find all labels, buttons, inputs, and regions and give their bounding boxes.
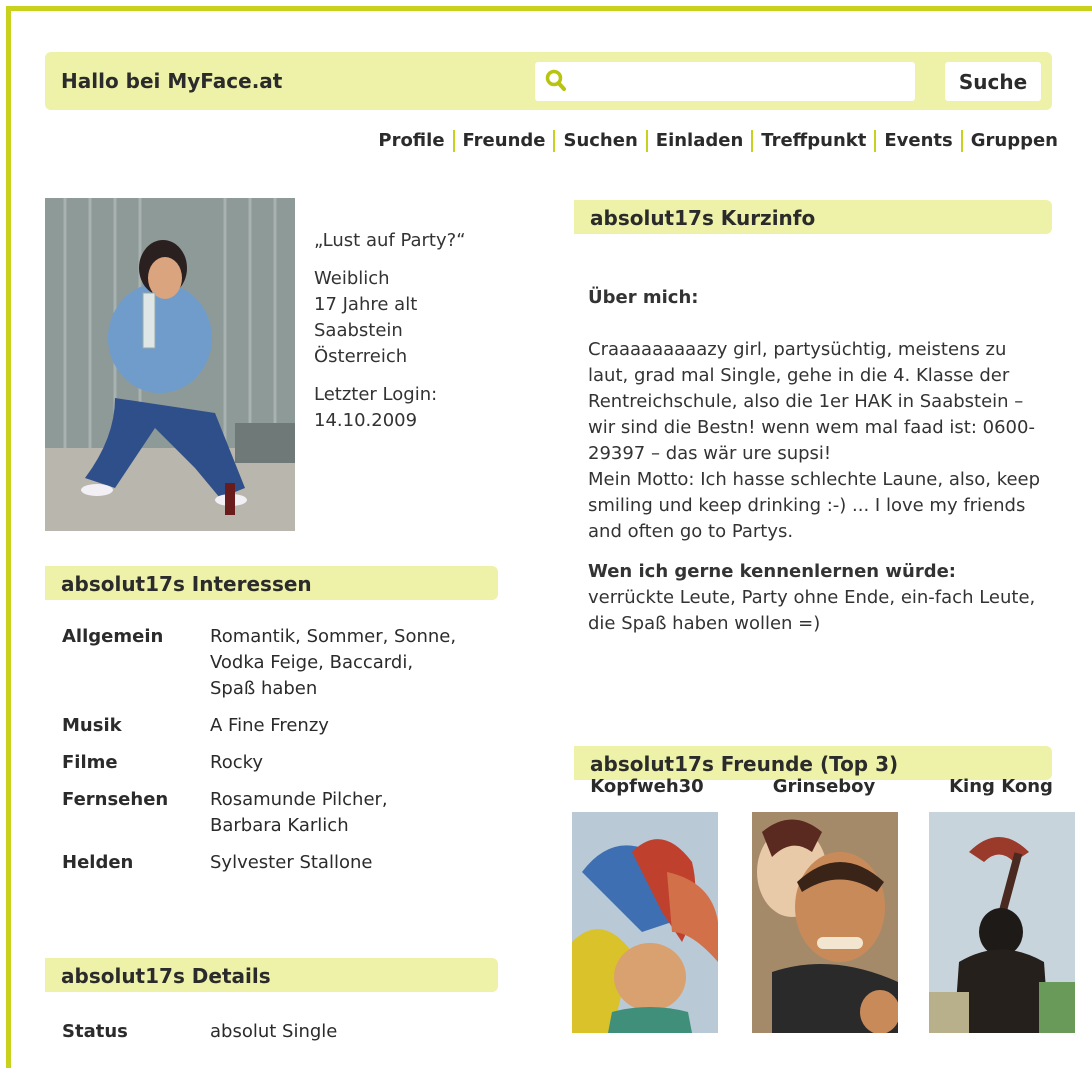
details-table: Status absolut Single [62, 1019, 337, 1056]
about-text: Craaaaaaaaazy girl, partysüchtig, meiste… [588, 339, 1035, 464]
interest-value: Romantik, Sommer, Sonne, Vodka Feige, Ba… [210, 626, 457, 699]
nav-suchen[interactable]: Suchen [553, 130, 645, 152]
site-title: Hallo bei MyFace.at [61, 69, 283, 93]
interest-value: Rosamunde Pilcher, Barbara Karlich [210, 789, 388, 836]
details-heading: absolut17s Details [45, 958, 498, 992]
interest-key: Fernsehen [62, 789, 169, 810]
profile-summary: „Lust auf Party?“ Weiblich 17 Jahre alt … [314, 228, 466, 446]
profile-quote: „Lust auf Party?“ [314, 230, 466, 251]
detail-key: Status [62, 1021, 128, 1042]
nav-einladen[interactable]: Einladen [645, 130, 752, 152]
interest-key: Helden [62, 852, 134, 873]
profile-age: 17 Jahre alt [314, 294, 418, 315]
main-nav: Profile Freunde Suchen Einladen Treffpun… [370, 130, 1066, 152]
table-row: Fernsehen Rosamunde Pilcher, Barbara Kar… [62, 787, 460, 850]
last-login-label: Letzter Login: [314, 384, 438, 405]
table-row: Allgemein Romantik, Sommer, Sonne, Vodka… [62, 624, 460, 713]
table-row: Musik A Fine Frenzy [62, 713, 460, 750]
interest-key: Musik [62, 715, 122, 736]
detail-value: absolut Single [210, 1021, 338, 1042]
interest-value: Sylvester Stallone [210, 852, 373, 873]
friend-name[interactable]: Grinseboy [749, 776, 899, 797]
about-label: Über mich: [588, 287, 699, 308]
table-row: Helden Sylvester Stallone [62, 850, 460, 887]
profile-photo[interactable] [45, 198, 295, 531]
search-input[interactable] [535, 62, 915, 101]
table-row: Status absolut Single [62, 1019, 337, 1056]
interest-value: A Fine Frenzy [210, 715, 329, 736]
search-icon [545, 69, 566, 91]
interests-heading: absolut17s Interessen [45, 566, 498, 600]
meet-text: verrückte Leute, Party ohne Ende, ein-fa… [588, 587, 1036, 634]
meet-label: Wen ich gerne kennenlernen würde: [588, 561, 956, 582]
nav-events[interactable]: Events [874, 130, 960, 152]
last-login-date: 14.10.2009 [314, 410, 418, 431]
profile-gender: Weiblich [314, 268, 390, 289]
search-button[interactable]: Suche [945, 62, 1041, 101]
nav-freunde[interactable]: Freunde [452, 130, 554, 152]
friend-name[interactable]: Kopfweh30 [572, 776, 722, 797]
nav-gruppen[interactable]: Gruppen [960, 130, 1066, 152]
nav-treffpunkt[interactable]: Treffpunkt [751, 130, 874, 152]
profile-country: Österreich [314, 346, 408, 367]
interest-value: Rocky [210, 752, 264, 773]
nav-profile[interactable]: Profile [370, 130, 452, 152]
friend-name[interactable]: King Kong [926, 776, 1076, 797]
friend-photo[interactable] [752, 812, 898, 1033]
interest-key: Allgemein [62, 626, 164, 647]
friend-photo[interactable] [929, 812, 1075, 1033]
interests-table: Allgemein Romantik, Sommer, Sonne, Vodka… [62, 624, 482, 887]
friends-heading: absolut17s Freunde (Top 3) [574, 746, 1052, 780]
interest-key: Filme [62, 752, 118, 773]
header-bar: Hallo bei MyFace.at Suche [45, 52, 1052, 110]
friend-photo[interactable] [572, 812, 718, 1033]
kurzinfo-heading: absolut17s Kurzinfo [574, 200, 1052, 234]
motto-text: Mein Motto: Ich hasse schlechte Laune, a… [588, 469, 1041, 542]
profile-city: Saabstein [314, 320, 403, 341]
about-section: Über mich: Craaaaaaaaazy girl, partysüch… [588, 285, 1048, 637]
table-row: Filme Rocky [62, 750, 460, 787]
